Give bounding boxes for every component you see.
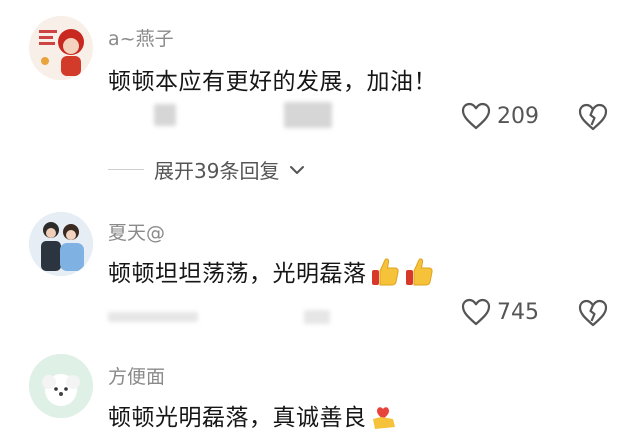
comment-meta-blurred bbox=[108, 302, 338, 326]
like-button[interactable]: 209 bbox=[461, 102, 539, 130]
username[interactable]: 夏天@ bbox=[108, 218, 165, 245]
thumbs-up-emoji-icon bbox=[369, 256, 401, 294]
heart-hand-emoji-icon bbox=[369, 401, 399, 437]
avatar-image-puppy-icon bbox=[29, 354, 93, 418]
avatar[interactable] bbox=[29, 354, 93, 418]
username[interactable]: 方便面 bbox=[108, 362, 165, 389]
heart-outline-icon bbox=[461, 102, 491, 130]
comment-meta-blurred bbox=[108, 102, 338, 128]
comment-text: 顿顿本应有更好的发展，加油！ bbox=[108, 69, 437, 95]
like-count: 745 bbox=[497, 299, 539, 325]
heart-outline-icon bbox=[461, 298, 491, 326]
like-count: 209 bbox=[497, 103, 539, 129]
like-button[interactable]: 745 bbox=[461, 298, 539, 326]
comment-3: 方便面 顿顿光明磊落，真诚善良 bbox=[0, 350, 640, 431]
avatar[interactable] bbox=[29, 212, 93, 276]
broken-heart-icon bbox=[578, 299, 608, 327]
username[interactable]: a~燕子 bbox=[108, 24, 174, 51]
avatar[interactable] bbox=[29, 16, 93, 80]
dislike-button[interactable] bbox=[578, 299, 608, 331]
comment-text: 顿顿光明磊落，真诚善良 bbox=[108, 398, 399, 437]
dislike-button[interactable] bbox=[578, 103, 608, 135]
chevron-down-icon bbox=[290, 165, 305, 174]
comment-text: 顿顿坦坦荡荡，光明磊落 bbox=[108, 254, 435, 294]
comment-text-body: 顿顿光明磊落，真诚善良 bbox=[108, 405, 367, 431]
expand-replies-label: 展开39条回复 bbox=[154, 159, 280, 183]
expand-replies[interactable]: 展开39条回复 bbox=[108, 155, 305, 184]
broken-heart-icon bbox=[578, 103, 608, 131]
avatar-image-couple-icon bbox=[29, 212, 93, 276]
thumbs-up-emoji-icon bbox=[403, 256, 435, 294]
comment-1: a~燕子 顿顿本应有更好的发展，加油！ 209 展开39条回复 bbox=[0, 0, 640, 210]
comment-text-body: 顿顿坦坦荡荡，光明磊落 bbox=[108, 261, 367, 287]
avatar-image-girl-red-icon bbox=[29, 16, 93, 80]
divider-line bbox=[108, 169, 144, 170]
comment-2: 夏天@ 顿顿坦坦荡荡，光明磊落 745 bbox=[0, 210, 640, 350]
